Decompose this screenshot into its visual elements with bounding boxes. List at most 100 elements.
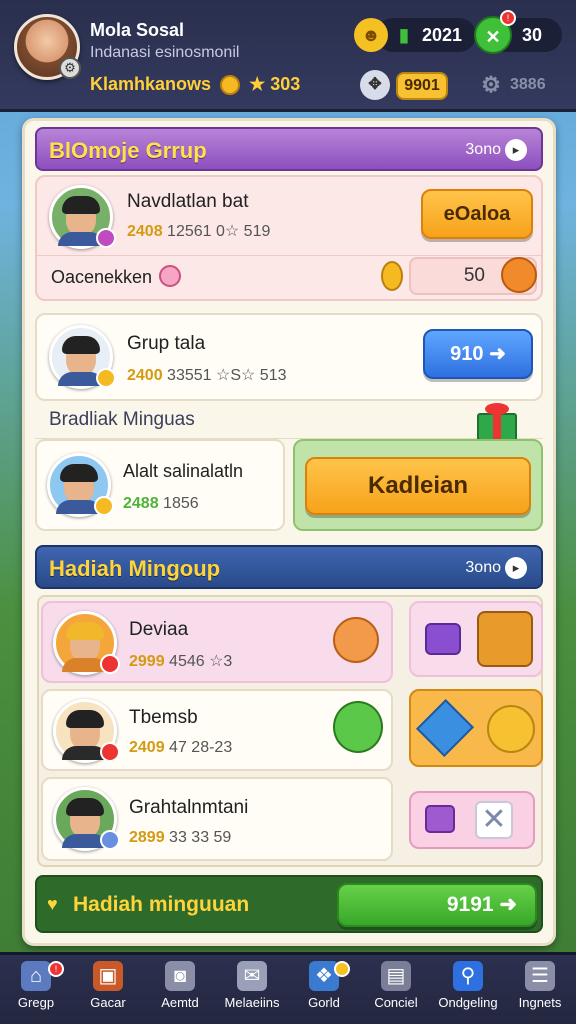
card2-name: Grup tala — [127, 333, 206, 354]
rank-badge-icon — [100, 830, 120, 850]
group-card-1[interactable]: Navdlatlan bat 2408 12561 0☆ 519 eOaloa … — [35, 175, 543, 301]
heart-icon: ♥ — [47, 894, 58, 914]
smiley-coin-icon — [487, 705, 535, 753]
mascot-icon — [501, 257, 537, 293]
player-subtitle: Indanasi esinosmonil — [90, 44, 240, 61]
weekly-row-2[interactable]: Tbemsb 2409 47 28-23 — [41, 689, 393, 771]
nav-item-8-label: Ingnets — [518, 995, 562, 1010]
weekly-avatar-2 — [53, 699, 120, 763]
cog-icon[interactable]: ⚙ — [478, 72, 504, 98]
top-bar: ⚙ Mola Sosal Indanasi esinosmonil Klamhk… — [0, 0, 576, 112]
group-card-2[interactable]: Grup tala 2400 33551 ☆S☆ 513 910 ➜ — [35, 313, 543, 401]
group-header: BlOmoje Grrup 3ono ▸ — [35, 127, 543, 171]
chest-icon: ▤ — [381, 961, 411, 991]
card3-name: Alalt salinalatln — [123, 461, 244, 481]
sub-label: Bradliak Minguas — [49, 409, 195, 430]
gift-box-icon[interactable] — [469, 401, 521, 441]
player-stat: Klamhkanows ★ 303 — [90, 74, 301, 96]
pet-mascot-icon — [333, 617, 379, 663]
group-card-3[interactable]: Alalt salinalatln 2488 1856 — [35, 439, 285, 531]
group-more-label: 3ono — [465, 141, 501, 158]
chevron-right-icon: ▸ — [505, 557, 527, 579]
avatar-hair — [62, 336, 100, 354]
nav-item-7-label: Ondgeling — [438, 995, 498, 1010]
card3-stats-hl: 2488 — [123, 495, 159, 512]
divider — [37, 255, 541, 256]
weekly-header: Hadiah Mingoup 3ono ▸ — [35, 545, 543, 589]
player-avatar[interactable]: ⚙ — [14, 14, 81, 80]
weekly-row-3-stats-hl: 2899 — [129, 829, 165, 846]
card3-claim-button[interactable]: Kadleian — [305, 457, 531, 515]
weekly-row-1[interactable]: Deviaa 2999 4546 ☆3 — [41, 601, 393, 683]
treasure-chest-icon — [477, 611, 533, 667]
rank-badge-icon — [96, 228, 116, 248]
box-icon: ▣ — [93, 961, 123, 991]
claim-weekly-button[interactable]: 9191 ➜ — [337, 883, 537, 927]
settings-gear-icon[interactable]: ⚙ — [59, 57, 81, 79]
card3-stats: 2488 1856 — [123, 495, 199, 513]
nav-item-4[interactable]: ✉ Melaeiins — [216, 961, 288, 1023]
member-avatar-3 — [47, 453, 114, 517]
nav-badge-1: ! — [48, 961, 64, 977]
close-icon[interactable]: ✕ — [475, 801, 513, 839]
card1-stats-text: 12561 0☆ 519 — [167, 223, 271, 240]
nav-item-3-label: Aemtd — [161, 995, 199, 1010]
card1-name: Navdlatlan bat — [127, 191, 249, 212]
gem-icon: ▮ — [399, 25, 409, 45]
arrow-gem-icon — [416, 699, 474, 757]
heart-badge-icon — [159, 265, 181, 287]
weekly-row-2-stats: 2409 47 28-23 — [129, 739, 232, 757]
mail-icon: ✉ — [237, 961, 267, 991]
nav-item-8[interactable]: ☰ Ingnets — [504, 961, 576, 1023]
gift-ribbon — [493, 413, 501, 441]
gift-bow — [485, 403, 509, 415]
member-avatar-1 — [49, 185, 116, 249]
notification-badge: ! — [500, 10, 516, 26]
card1-footer-label: Oacenekken — [51, 267, 153, 287]
mystery-box-icon — [425, 623, 461, 655]
card2-action-button[interactable]: 910 ➜ — [423, 329, 533, 379]
weekly-row-2-stats-hl: 2409 — [129, 739, 165, 756]
nav-item-6-label: Conciel — [374, 995, 418, 1010]
card1-action-button[interactable]: eOaloa — [421, 189, 533, 239]
weekly-reward-2[interactable] — [409, 689, 543, 767]
resource-energy-value: 30 — [522, 25, 543, 45]
card1-stats: 2408 12561 0☆ 519 — [127, 221, 270, 241]
weekly-row-3[interactable]: Grahtalnmtani 2899 33 33 59 — [41, 777, 393, 861]
nav-item-5[interactable]: ❖ Gorld — [288, 961, 360, 1023]
rank-badge-icon — [100, 654, 120, 674]
coin-badge-icon — [96, 368, 116, 388]
avatar-hair — [62, 196, 100, 214]
card-pack-icon — [425, 805, 455, 833]
weekly-claim-bar: ♥ Hadiah minguuan 9191 ➜ — [35, 875, 543, 933]
nav-item-6[interactable]: ▤ Conciel — [360, 961, 432, 1023]
group-more-link[interactable]: 3ono ▸ — [465, 139, 527, 161]
resource-secondary-value: 3886 — [510, 76, 546, 93]
avatar-hair — [66, 622, 104, 640]
player-stat-label: Klamhkanows — [90, 74, 212, 94]
weekly-reward-1[interactable] — [409, 601, 543, 677]
player-stat-value: ★ 303 — [249, 74, 301, 94]
nav-item-3[interactable]: ◙ Aemtd — [144, 961, 216, 1023]
compass-icon[interactable]: ✥ — [360, 70, 390, 100]
group-title: BlOmoje Grrup — [49, 138, 207, 163]
list-icon: ☰ — [525, 961, 555, 991]
weekly-title: Hadiah Mingoup — [49, 556, 221, 581]
nav-item-1[interactable]: ⌂ Gregp ! — [0, 961, 72, 1023]
weekly-row-3-stats-text: 33 33 59 — [169, 829, 232, 846]
smiley-coin-icon: ☻ — [354, 18, 388, 52]
nav-item-1-label: Gregp — [17, 995, 55, 1010]
weekly-row-1-stats: 2999 4546 ☆3 — [129, 651, 232, 671]
bottom-navigation: ⌂ Gregp ! ▣ Gacar ◙ Aemtd ✉ Melaeiins ❖ … — [0, 952, 576, 1024]
avatar-hair — [60, 464, 98, 482]
resource-gold-value: 9901 — [396, 72, 448, 100]
rank-badge-icon — [100, 742, 120, 762]
nav-item-2[interactable]: ▣ Gacar — [72, 961, 144, 1023]
chevron-right-icon: ▸ — [505, 139, 527, 161]
weekly-more-link[interactable]: 3ono ▸ — [465, 557, 527, 579]
weekly-row-1-stats-text: 4546 ☆3 — [169, 653, 233, 670]
weekly-reward-3[interactable]: ✕ — [409, 791, 535, 849]
coin-badge-icon — [94, 496, 114, 516]
coin-icon — [381, 261, 403, 291]
nav-item-7[interactable]: ⚲ Ondgeling — [432, 961, 504, 1023]
